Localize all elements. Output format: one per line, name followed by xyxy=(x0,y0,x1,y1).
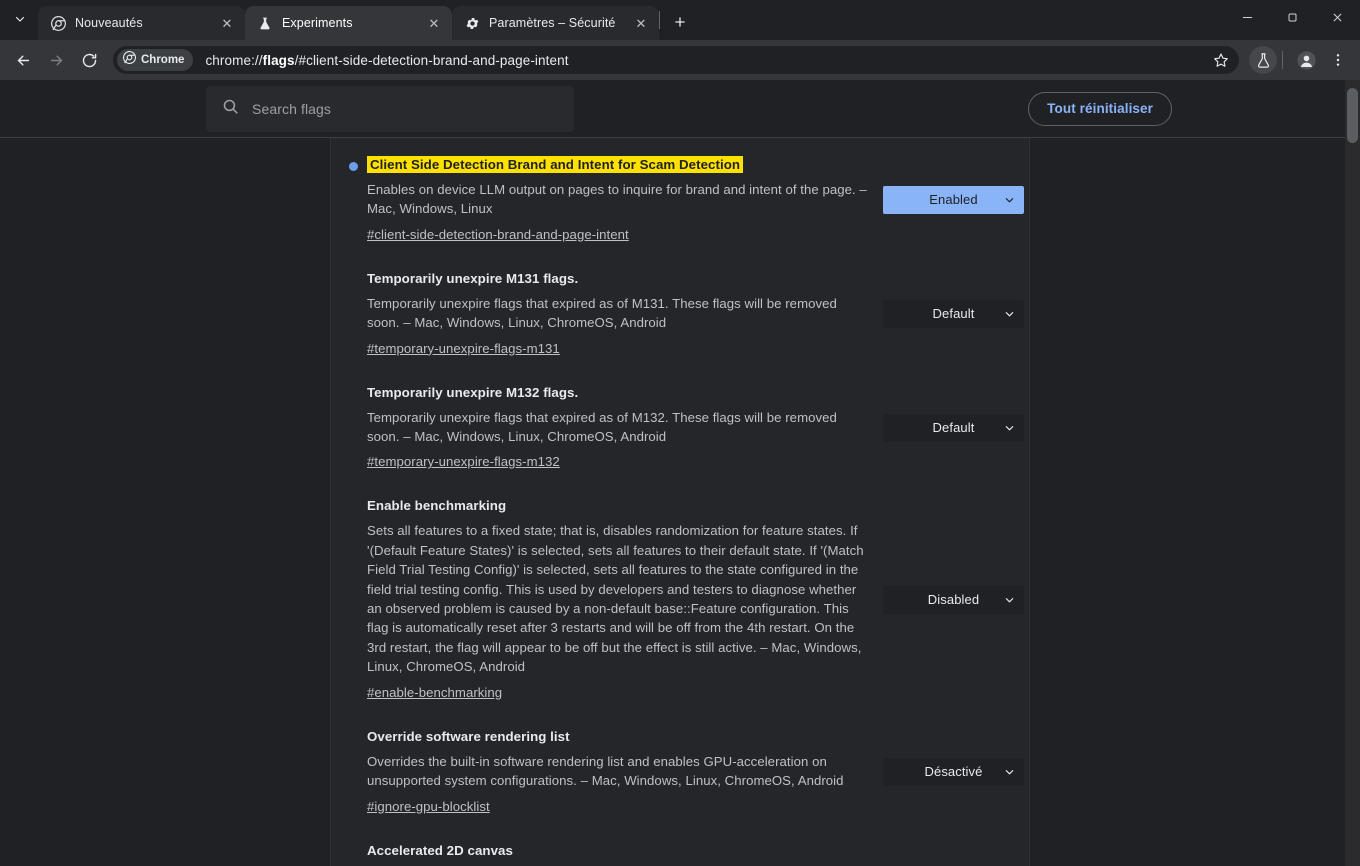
experiment-description: Overrides the built-in software renderin… xyxy=(367,753,844,789)
experiments-list: Client Side Detection Brand and Intent f… xyxy=(331,156,1029,866)
experiment-control: Default xyxy=(869,299,1024,328)
browser-toolbar: Chrome chrome://flags/#client-side-detec… xyxy=(0,40,1360,80)
chrome-logo-icon xyxy=(50,15,66,31)
url-scheme: chrome:// xyxy=(205,52,263,68)
chevron-down-icon xyxy=(1004,766,1015,777)
tab-parametres-securite[interactable]: Paramètres – Sécurité ✕ xyxy=(452,6,659,40)
experiment-permalink[interactable]: #temporary-unexpire-flags-m132 xyxy=(367,454,560,469)
back-button[interactable] xyxy=(8,45,38,75)
experiment-description: Sets all features to a fixed state; that… xyxy=(367,523,864,675)
experiment-info: Override software rendering list Overrid… xyxy=(349,728,869,816)
tab-strip: Nouveautés ✕ Experiments ✕ Paramètres – … xyxy=(0,0,1360,40)
chevron-down-icon xyxy=(1004,594,1015,605)
bookmark-star-icon[interactable] xyxy=(1209,48,1233,72)
experiment-info: Client Side Detection Brand and Intent f… xyxy=(349,156,869,244)
experiment-title: Temporarily unexpire M131 flags. xyxy=(367,270,579,286)
experiment-permalink[interactable]: #client-side-detection-brand-and-page-in… xyxy=(367,227,629,242)
experiment-permalink[interactable]: #enable-benchmarking xyxy=(367,685,502,700)
toolbar-divider xyxy=(1282,51,1283,69)
tab-close-button[interactable]: ✕ xyxy=(631,13,651,33)
experiment-info: Temporarily unexpire M131 flags. Tempora… xyxy=(349,270,869,358)
experiment-title: Accelerated 2D canvas xyxy=(367,842,513,858)
scrollbar-thumb[interactable] xyxy=(1347,88,1358,143)
tab-title: Experiments xyxy=(282,16,353,30)
experiment-title: Override software rendering list xyxy=(367,728,570,744)
chrome-menu-button[interactable] xyxy=(1324,46,1352,74)
window-close-button[interactable] xyxy=(1315,0,1360,34)
flask-icon xyxy=(257,15,273,31)
tab-list: Nouveautés ✕ Experiments ✕ Paramètres – … xyxy=(38,0,659,40)
experiment-title: Temporarily unexpire M132 flags. xyxy=(367,384,579,400)
address-bar-url[interactable]: chrome://flags/#client-side-detection-br… xyxy=(205,53,1209,68)
search-icon xyxy=(222,98,239,120)
experiment-permalink[interactable]: #ignore-gpu-blocklist xyxy=(367,799,490,814)
chrome-logo-icon xyxy=(122,50,137,69)
tab-close-button[interactable]: ✕ xyxy=(217,13,237,33)
tab-title: Paramètres – Sécurité xyxy=(489,16,616,30)
experiment-state-select[interactable]: Enabled xyxy=(883,185,1024,214)
flags-header: Search flags Tout réinitialiser xyxy=(0,80,1360,137)
experiments-card: Client Side Detection Brand and Intent f… xyxy=(330,138,1030,866)
experiment-description: Temporarily unexpire flags that expired … xyxy=(367,295,837,331)
chevron-down-icon xyxy=(14,12,26,30)
experiment-permalink[interactable]: #temporary-unexpire-flags-m131 xyxy=(367,341,560,356)
experiment-description: Temporarily unexpire flags that expired … xyxy=(367,409,837,445)
experiment-info: Temporarily unexpire M132 flags. Tempora… xyxy=(349,384,869,472)
experiment-state-select[interactable]: Disabled xyxy=(883,585,1024,614)
address-bar[interactable]: Chrome chrome://flags/#client-side-detec… xyxy=(113,46,1239,74)
experiment-title: Enable benchmarking xyxy=(367,498,507,514)
select-value: Enabled xyxy=(929,192,978,208)
select-value: Default xyxy=(932,306,975,322)
experiment-control: Enabled xyxy=(869,185,1024,214)
origin-chip-label: Chrome xyxy=(141,54,185,66)
experiment-title: Client Side Detection Brand and Intent f… xyxy=(367,156,744,173)
experiment-row: Client Side Detection Brand and Intent f… xyxy=(349,156,1024,270)
select-value: Désactivé xyxy=(924,764,983,780)
experiment-info: Accelerated 2D canvas Enables the use of… xyxy=(349,842,869,866)
gear-icon xyxy=(464,15,480,31)
url-host: flags xyxy=(262,52,295,68)
tab-experiments[interactable]: Experiments ✕ xyxy=(245,6,452,40)
tab-nouveautes[interactable]: Nouveautés ✕ xyxy=(38,6,245,40)
reload-button[interactable] xyxy=(74,45,104,75)
experiment-info: Enable benchmarking Sets all features to… xyxy=(349,497,869,701)
experiments-flask-icon[interactable] xyxy=(1249,46,1277,74)
page-scrollbar[interactable] xyxy=(1345,80,1360,866)
chevron-down-icon xyxy=(1004,308,1015,319)
tab-close-button[interactable]: ✕ xyxy=(424,13,444,33)
experiment-row: Temporarily unexpire M132 flags. Tempora… xyxy=(349,384,1024,498)
experiment-control: Désactivé xyxy=(869,757,1024,786)
experiment-control: Default xyxy=(869,413,1024,442)
chevron-down-icon xyxy=(1004,422,1015,433)
url-path: /#client-side-detection-brand-and-page-i… xyxy=(294,52,569,68)
experiment-control: Disabled xyxy=(869,585,1024,614)
search-flags-box[interactable]: Search flags xyxy=(206,85,574,132)
experiment-row: Accelerated 2D canvas Enables the use of… xyxy=(349,842,1019,866)
tab-divider xyxy=(659,11,660,29)
search-flags-input[interactable]: Search flags xyxy=(252,101,331,117)
window-maximize-button[interactable] xyxy=(1270,0,1315,34)
window-minimize-button[interactable] xyxy=(1225,0,1270,34)
experiment-state-select[interactable]: Désactivé xyxy=(883,757,1024,786)
window-controls xyxy=(1225,0,1360,34)
origin-chip: Chrome xyxy=(117,49,194,71)
experiment-state-select[interactable]: Default xyxy=(883,413,1024,442)
chevron-down-icon xyxy=(1004,194,1015,205)
flags-page: Search flags Tout réinitialiser Client S… xyxy=(0,80,1360,866)
experiment-description: Enables on device LLM output on pages to… xyxy=(367,182,867,217)
experiment-row: Override software rendering list Overrid… xyxy=(349,728,1024,842)
forward-button[interactable] xyxy=(41,45,71,75)
experiment-row: Temporarily unexpire M131 flags. Tempora… xyxy=(349,270,1024,384)
experiment-row: Enable benchmarking Sets all features to… xyxy=(349,497,1024,727)
tab-search-button[interactable] xyxy=(6,7,34,35)
select-value: Disabled xyxy=(927,592,980,608)
flags-content: Client Side Detection Brand and Intent f… xyxy=(0,138,1360,866)
reset-all-button[interactable]: Tout réinitialiser xyxy=(1028,91,1172,126)
new-tab-button[interactable] xyxy=(666,8,694,36)
profile-avatar-icon[interactable] xyxy=(1292,46,1320,74)
select-value: Default xyxy=(932,420,975,436)
tab-title: Nouveautés xyxy=(75,16,143,30)
experiment-target-dot-icon xyxy=(349,162,358,171)
experiment-state-select[interactable]: Default xyxy=(883,299,1024,328)
